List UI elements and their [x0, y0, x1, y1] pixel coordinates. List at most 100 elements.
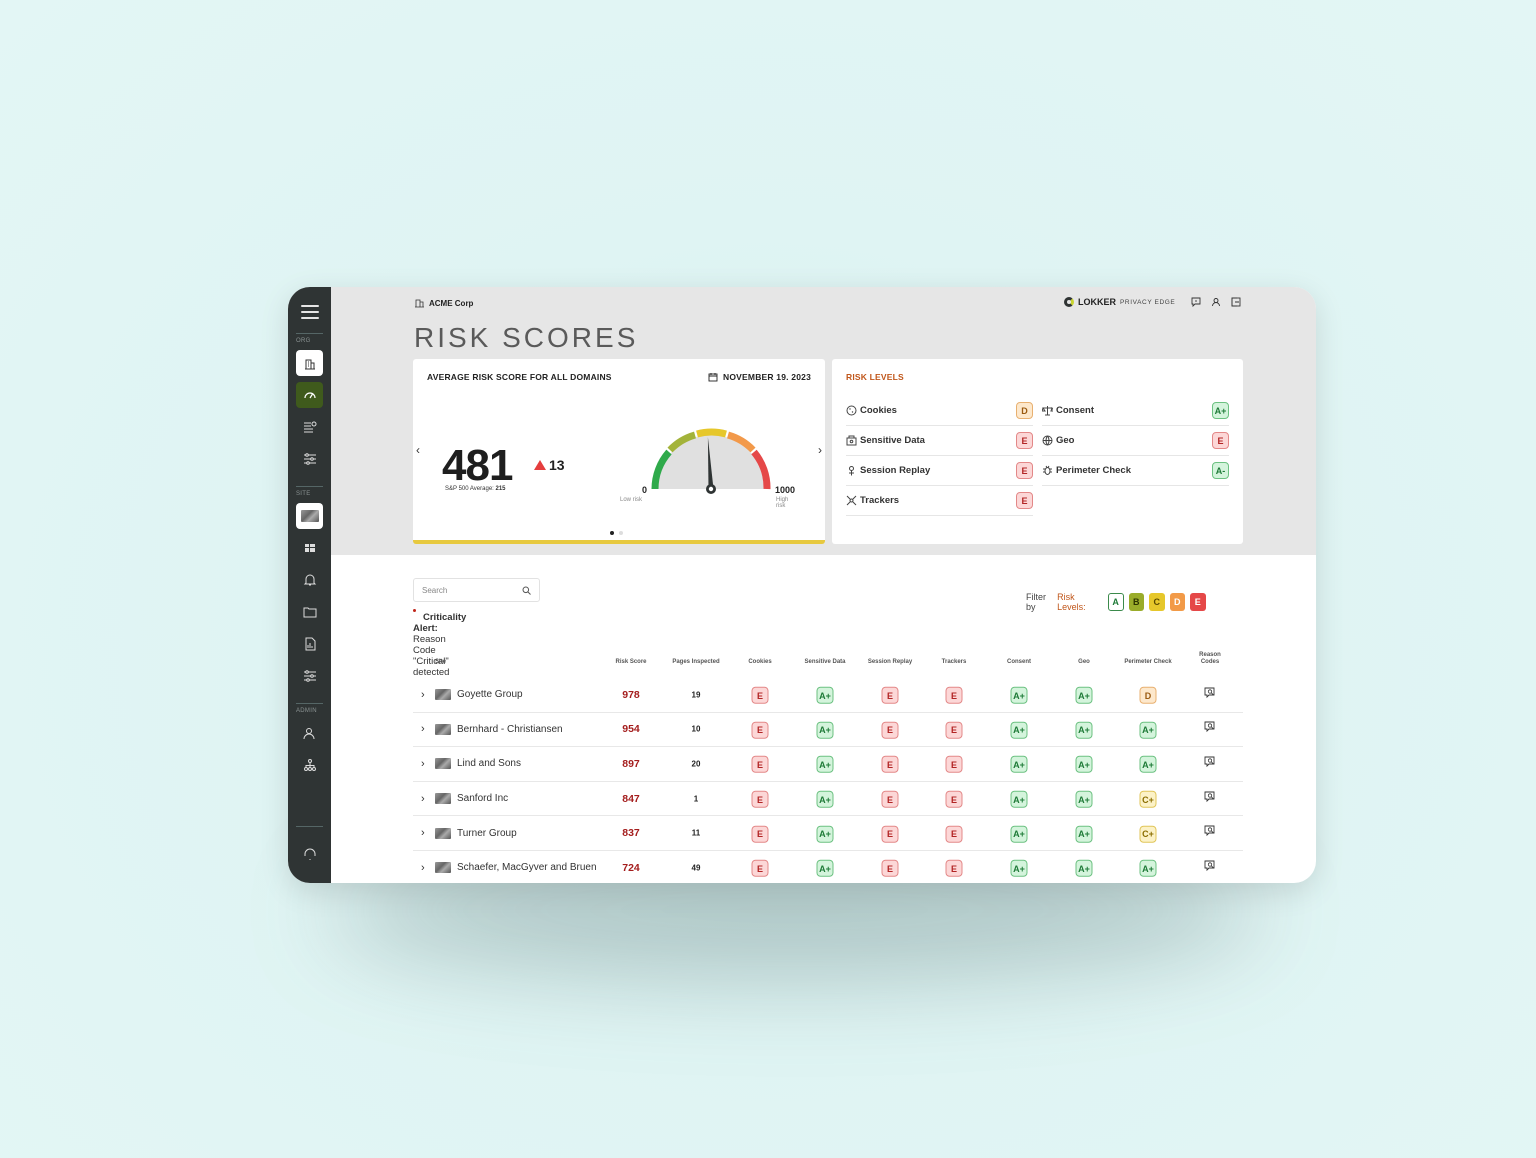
site-name[interactable]: Goyette Group	[457, 689, 523, 700]
gauge-band-yellow	[696, 428, 727, 438]
column-header[interactable]: Reason Codes	[1194, 652, 1227, 666]
carousel-dot[interactable]	[610, 531, 614, 535]
grade-badge: E	[881, 860, 899, 878]
site-name[interactable]: Turner Group	[457, 828, 517, 839]
site-name[interactable]: Bernhard - Christiansen	[457, 724, 563, 735]
reason-codes-icon[interactable]	[1204, 721, 1216, 733]
column-header[interactable]: Risk Score	[615, 659, 646, 666]
alert-title: Criticality Alert:	[413, 612, 467, 634]
column-header[interactable]: Perimeter Check	[1124, 659, 1171, 666]
column-header[interactable]: Cookies	[748, 659, 771, 666]
grade-badge: A+	[1075, 790, 1093, 808]
sidebar-item-support[interactable]	[296, 841, 323, 867]
table-row[interactable]: › Goyette Group 978 19 E A+ E E A+ A+ D	[413, 678, 1243, 713]
grade-cell: A+	[816, 720, 834, 739]
lokker-logo-icon	[1064, 297, 1074, 307]
sidebar-item-list-search[interactable]	[296, 414, 323, 440]
pages-inspected: 49	[691, 863, 701, 873]
site-cell: › Lind and Sons	[421, 758, 521, 770]
reason-codes-icon[interactable]	[1204, 791, 1216, 803]
table-row[interactable]: › Schaefer, MacGyver and Bruen 724 49 E A+ E E A…	[413, 851, 1243, 883]
reason-codes-icon[interactable]	[1204, 825, 1216, 837]
risk-level-row[interactable]: Trackers E	[846, 486, 1033, 516]
grade-cell: A+	[1075, 755, 1093, 774]
sidebar-item-reports[interactable]	[296, 631, 323, 657]
chevron-right-icon[interactable]: ›	[421, 862, 429, 874]
risk-level-row[interactable]: Consent A+	[1042, 396, 1229, 426]
risk-level-row[interactable]: Perimeter Check A-	[1042, 456, 1229, 486]
sidebar-item-dashboard[interactable]	[296, 382, 323, 408]
site-thumbnail-icon	[300, 510, 319, 522]
grade-cell: A+	[816, 789, 834, 808]
search-input[interactable]: Search	[413, 578, 540, 602]
sidebar-item-site-thumbnail[interactable]	[296, 503, 323, 529]
grade-cell: A+	[1075, 824, 1093, 843]
date-picker[interactable]: NOVEMBER 19. 2023	[708, 372, 811, 382]
column-header[interactable]: Consent	[1007, 659, 1031, 666]
filter-level-e[interactable]: E	[1190, 593, 1206, 611]
grade-badge: E	[881, 825, 899, 843]
chevron-right-icon[interactable]: ›	[421, 793, 429, 805]
grade-badge: E	[751, 721, 769, 739]
risk-level-row[interactable]: Sensitive Data E	[846, 426, 1033, 456]
risk-level-label: Cookies	[860, 405, 897, 416]
sidebar-item-folder[interactable]	[296, 599, 323, 625]
gauge-min: 0	[642, 485, 648, 495]
carousel-dot[interactable]	[619, 531, 623, 535]
site-name[interactable]: Sanford Inc	[457, 793, 508, 804]
grade-badge: D	[1016, 402, 1033, 419]
chevron-right-icon[interactable]: ›	[421, 723, 429, 735]
feedback-icon[interactable]	[1191, 297, 1201, 307]
risk-level-row[interactable]: Cookies D	[846, 396, 1033, 426]
table-row[interactable]: › Bernhard - Christiansen 954 10 E A+ E E A+ A+ A+	[413, 713, 1243, 748]
site-name[interactable]: Lind and Sons	[457, 758, 521, 769]
hamburger-menu-icon[interactable]	[300, 305, 319, 319]
search-icon	[522, 586, 531, 595]
sidebar-item-alerts[interactable]	[296, 567, 323, 593]
cookie-icon	[846, 405, 857, 416]
filter-level-b[interactable]: B	[1128, 593, 1145, 611]
sidebar-item-settings[interactable]	[296, 446, 323, 472]
column-header[interactable]: Geo	[1078, 659, 1090, 666]
grade-cell: E	[945, 755, 963, 774]
chevron-right-icon[interactable]: ›	[421, 827, 429, 839]
sidebar-item-hierarchy[interactable]	[296, 752, 323, 778]
table-row[interactable]: › Lind and Sons 897 20 E A+ E E A+ A+ A+	[413, 747, 1243, 782]
risk-level-row[interactable]: Geo E	[1042, 426, 1229, 456]
carousel-next-button[interactable]: ›	[818, 443, 822, 457]
grade-badge: A+	[1010, 860, 1028, 878]
reason-codes-icon[interactable]	[1204, 756, 1216, 768]
column-header[interactable]: Pages Inspected	[672, 659, 719, 666]
column-header[interactable]: Session Replay	[868, 659, 912, 666]
logout-icon[interactable]	[1231, 297, 1241, 307]
org-breadcrumb[interactable]: ACME Corp	[415, 298, 473, 308]
user-icon[interactable]	[1211, 297, 1221, 307]
column-header[interactable]: Trackers	[942, 659, 967, 666]
carousel-prev-button[interactable]: ‹	[416, 443, 420, 457]
grade-cell: A+	[816, 686, 834, 705]
chevron-right-icon[interactable]: ›	[421, 758, 429, 770]
reason-codes-icon[interactable]	[1204, 860, 1216, 872]
list-search-icon	[303, 421, 316, 433]
filter-level-c[interactable]: C	[1149, 593, 1165, 611]
table-row[interactable]: › Sanford Inc 847 1 E A+ E E A+ A+ C+	[413, 782, 1243, 817]
risk-score: 897	[622, 757, 640, 770]
filter-level-a[interactable]: A	[1107, 593, 1124, 611]
sidebar-item-organization[interactable]	[296, 350, 323, 376]
globe-icon	[1042, 435, 1053, 446]
sidebar-item-users[interactable]	[296, 720, 323, 746]
column-header[interactable]: Sensitive Data	[804, 659, 845, 666]
table-row[interactable]: › Turner Group 837 11 E A+ E E A+ A+ C+	[413, 816, 1243, 851]
filter-level-d[interactable]: D	[1169, 593, 1186, 611]
grade-badge: A+	[816, 860, 834, 878]
grade-badge: E	[751, 825, 769, 843]
chevron-right-icon[interactable]: ›	[421, 689, 429, 701]
site-name[interactable]: Schaefer, MacGyver and Bruen	[457, 862, 597, 873]
risk-level-row[interactable]: Session Replay E	[846, 456, 1033, 486]
sidebar-item-grid[interactable]	[296, 535, 323, 561]
reason-codes-icon[interactable]	[1204, 687, 1216, 699]
grade-badge: C+	[1139, 825, 1157, 843]
sidebar-item-site-settings[interactable]	[296, 663, 323, 689]
grade-badge: A+	[1139, 756, 1157, 774]
grade-cell: A+	[1139, 755, 1157, 774]
